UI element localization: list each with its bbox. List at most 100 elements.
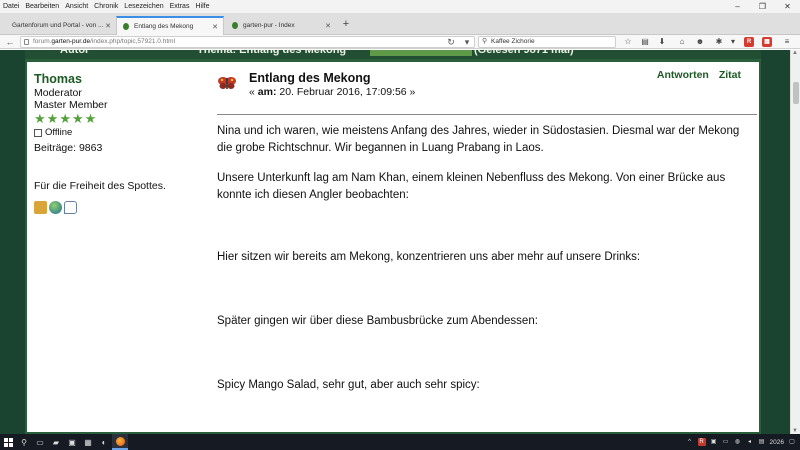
tab-gartenforum[interactable]: Gartenforum und Portal - von ... ✕ [6, 16, 116, 35]
header-highlight [370, 50, 472, 56]
tab-label: Gartenforum und Portal - von ... [12, 22, 104, 29]
forum-page: Autor Thema: Entlang des Mekong (Gelesen… [0, 50, 790, 434]
notification-icon[interactable]: ▢ [788, 438, 796, 446]
scrollbar-thumb[interactable] [793, 82, 799, 104]
tab-entlang-des-mekong[interactable]: Entlang des Mekong ✕ [116, 16, 224, 35]
post-paragraph: Unsere Unterkunft lag am Nam Khan, einem… [217, 172, 726, 201]
post-title[interactable]: Entlang des Mekong [249, 71, 371, 85]
chat-icon[interactable]: ☻ [695, 37, 705, 47]
reading-list-icon[interactable]: ▤ [640, 37, 650, 47]
calculator-icon[interactable]: ▦ [80, 434, 96, 450]
post-paragraph: Spicy Mango Salad, sehr gut, aber auch s… [217, 379, 480, 391]
post-date: « am: 20. Februar 2016, 17:09:56 » [249, 86, 415, 98]
post-paragraph: Später gingen wir über diese Bambusbrück… [217, 315, 538, 327]
back-arrow-icon[interactable]: ← [4, 36, 16, 48]
firefox-icon[interactable] [112, 434, 128, 450]
personal-message-icon[interactable] [64, 201, 77, 214]
menu-datei[interactable]: Datei [0, 3, 22, 10]
header-strip: Autor Thema: Entlang des Mekong (Gelesen… [25, 50, 761, 59]
post-divider [217, 114, 757, 115]
menu-lesezeichen[interactable]: Lesezeichen [121, 3, 166, 10]
author-rank: Master Member [34, 99, 108, 111]
author-icons [34, 201, 77, 214]
close-tab-icon[interactable]: ✕ [325, 22, 331, 30]
clock-time[interactable]: 2026 [770, 439, 784, 446]
post-paragraph: Nina und ich waren, wie meistens Anfang … [217, 125, 740, 154]
minimize-icon[interactable]: – [725, 0, 750, 13]
url-bar[interactable]: forum.garten-pur.de/index.php/topic,5792… [20, 36, 475, 48]
website-globe-icon[interactable] [49, 201, 62, 214]
author-name[interactable]: Thomas [34, 72, 194, 87]
paint-app-icon[interactable]: ◐ [96, 434, 112, 450]
window-controls: – ❐ ✕ [725, 0, 800, 13]
search-value: Kaffee Zichorie [491, 38, 535, 45]
author-panel: Thomas Moderator Master Member ★ ★ ★ ★ ★… [34, 72, 194, 155]
date-am-label: am: [257, 86, 277, 98]
addon-red-icon[interactable]: R [744, 37, 754, 47]
extension-icon[interactable]: ✱ [714, 37, 724, 47]
system-tray: ^ R ▣ ▭ ◍ ◂ ▤ 2026 ▢ [686, 434, 796, 450]
menu-chronik[interactable]: Chronik [91, 3, 121, 10]
volume-icon[interactable]: ◂ [746, 438, 754, 446]
search-input[interactable]: ⚲ Kaffee Zichorie [478, 36, 616, 48]
search-taskbar-icon[interactable]: ⚲ [16, 434, 32, 450]
menu-hilfe[interactable]: Hilfe [192, 3, 212, 10]
favicon-icon [232, 22, 238, 29]
close-tab-icon[interactable]: ✕ [105, 22, 111, 30]
dropdown-icon[interactable]: ▾ [461, 36, 473, 48]
tray-expand-icon[interactable]: ^ [686, 438, 694, 446]
network-icon[interactable]: ◍ [734, 438, 742, 446]
status-text: Offline [45, 127, 73, 138]
tab-strip: Gartenforum und Portal - von ... ✕ Entla… [0, 13, 800, 35]
search-icon: ⚲ [482, 38, 488, 45]
home-icon[interactable]: ⌂ [677, 37, 687, 47]
star-icon: ★ [59, 111, 71, 126]
tab-garten-pur-index[interactable]: garten-pur - Index ✕ [226, 16, 336, 35]
author-column-header: Autor [60, 50, 90, 56]
windows-taskbar: ⚲ ▭ ▰ ▣ ▦ ◐ ^ R ▣ ▭ ◍ ◂ ▤ 2026 ▢ [0, 434, 800, 450]
quote-link[interactable]: Zitat [719, 69, 741, 81]
post-actions: Antworten Zitat [657, 69, 741, 81]
tray-app-icon[interactable]: ▣ [710, 438, 718, 446]
info-icon [24, 39, 29, 45]
start-button[interactable] [0, 434, 16, 450]
battery-icon[interactable]: ▭ [722, 438, 730, 446]
url-path: /index.php/topic,57921.0.html [90, 38, 176, 45]
hamburger-menu-icon[interactable]: ≡ [782, 37, 792, 47]
offline-icon [34, 129, 42, 137]
media-app-icon[interactable]: ▣ [64, 434, 80, 450]
windows-logo-icon [3, 437, 13, 447]
menu-bar: Datei Bearbeiten Ansicht Chronik Lesezei… [0, 0, 800, 13]
tray-red-icon[interactable]: R [697, 438, 706, 446]
author-role: Moderator [34, 87, 82, 99]
new-tab-button[interactable]: + [340, 15, 352, 33]
url-prefix: forum. [33, 38, 52, 45]
bookmark-star-icon[interactable]: ☆ [623, 37, 633, 47]
post-count: Beiträge: 9863 [34, 142, 103, 154]
close-icon[interactable]: ✕ [775, 0, 800, 13]
tab-label: Entlang des Mekong [134, 23, 194, 30]
restore-icon[interactable]: ❐ [750, 0, 775, 13]
star-icon: ★ [84, 111, 97, 126]
scroll-up-icon[interactable]: ▲ [792, 50, 798, 56]
menu-ansicht[interactable]: Ansicht [62, 3, 91, 10]
reply-link[interactable]: Antworten [657, 69, 709, 81]
close-tab-icon[interactable]: ✕ [212, 23, 218, 31]
task-view-icon[interactable]: ▭ [32, 434, 48, 450]
tab-label: garten-pur - Index [243, 22, 295, 29]
reload-icon[interactable]: ↻ [445, 36, 457, 48]
extension-menu-icon[interactable]: ▾ [728, 37, 738, 47]
page-scrollbar[interactable]: ▲ ▼ [790, 50, 800, 434]
rank-stars: ★ ★ ★ ★ ★ [34, 112, 194, 125]
profile-icon[interactable] [34, 201, 47, 214]
download-icon[interactable]: ⬇ [657, 37, 667, 47]
keyboard-icon[interactable]: ▤ [758, 438, 766, 446]
topic-column-header: Thema: Entlang des Mekong [197, 50, 347, 56]
post-paragraph: Hier sitzen wir bereits am Mekong, konze… [217, 251, 641, 263]
addon-calendar-icon[interactable]: ▦ [762, 37, 772, 47]
star-icon: ★ [46, 111, 59, 126]
menu-extras[interactable]: Extras [167, 3, 193, 10]
menu-bearbeiten[interactable]: Bearbeiten [22, 3, 62, 10]
author-signature: Für die Freiheit des Spottes. [34, 180, 166, 192]
file-explorer-icon[interactable]: ▰ [48, 434, 64, 450]
